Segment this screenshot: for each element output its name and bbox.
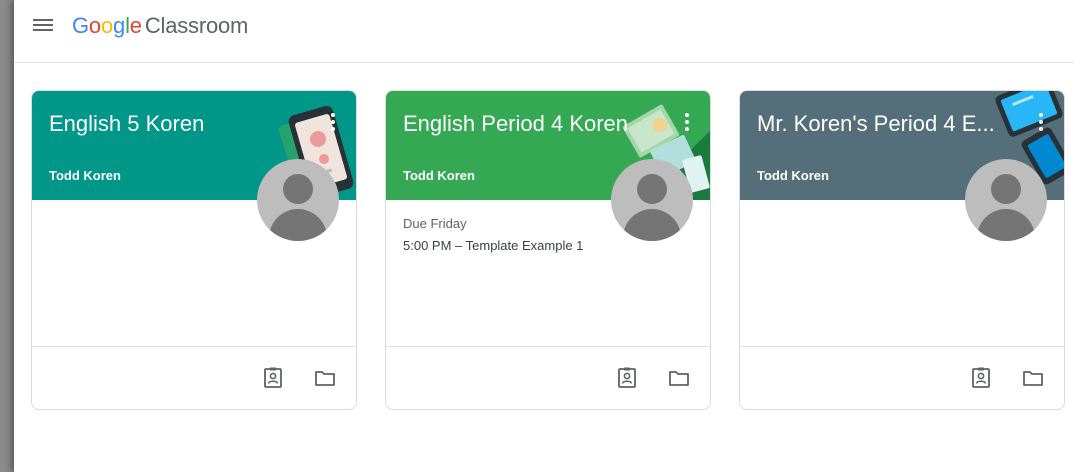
avatar-body-shape <box>623 209 681 241</box>
avatar-head-shape <box>991 174 1021 204</box>
class-title[interactable]: English Period 4 Koren <box>403 110 663 138</box>
top-app-bar: Google Classroom <box>14 0 1074 63</box>
class-teacher: Todd Koren <box>403 168 475 183</box>
folder-icon[interactable] <box>314 367 336 389</box>
folder-icon[interactable] <box>1022 367 1044 389</box>
hamburger-menu-icon[interactable] <box>33 17 53 33</box>
class-teacher: Todd Koren <box>757 168 829 183</box>
more-options-icon[interactable] <box>1038 111 1044 133</box>
google-classroom-logo[interactable]: Google Classroom <box>72 12 248 40</box>
avatar-body-shape <box>269 209 327 241</box>
class-teacher: Todd Koren <box>49 168 121 183</box>
classroom-window: Google Classroom English 5 Koren Todd Kor… <box>14 0 1074 472</box>
class-card[interactable]: Mr. Koren's Period 4 E... Todd Koren <box>739 90 1065 410</box>
avatar-head-shape <box>637 174 667 204</box>
class-card[interactable]: English 5 Koren Todd Koren <box>31 90 357 410</box>
class-card-footer <box>32 346 356 409</box>
avatar-head-shape <box>283 174 313 204</box>
class-title[interactable]: Mr. Koren's Period 4 E... <box>757 110 1017 138</box>
teacher-avatar <box>611 159 693 241</box>
more-options-icon[interactable] <box>330 111 336 133</box>
product-name: Classroom <box>144 13 249 38</box>
due-label: Due Friday <box>403 216 467 231</box>
assignment-portrait-icon[interactable] <box>616 367 638 389</box>
teacher-avatar <box>257 159 339 241</box>
class-title[interactable]: English 5 Koren <box>49 110 309 138</box>
class-card-footer <box>386 346 710 409</box>
class-card[interactable]: English Period 4 Koren Todd Koren Due Fr… <box>385 90 711 410</box>
assignment-portrait-icon[interactable] <box>262 367 284 389</box>
due-item-link[interactable]: 5:00 PM – Template Example 1 <box>403 238 583 253</box>
folder-icon[interactable] <box>668 367 690 389</box>
more-options-icon[interactable] <box>684 111 690 133</box>
assignment-portrait-icon[interactable] <box>970 367 992 389</box>
teacher-avatar <box>965 159 1047 241</box>
avatar-body-shape <box>977 209 1035 241</box>
class-card-footer <box>740 346 1064 409</box>
